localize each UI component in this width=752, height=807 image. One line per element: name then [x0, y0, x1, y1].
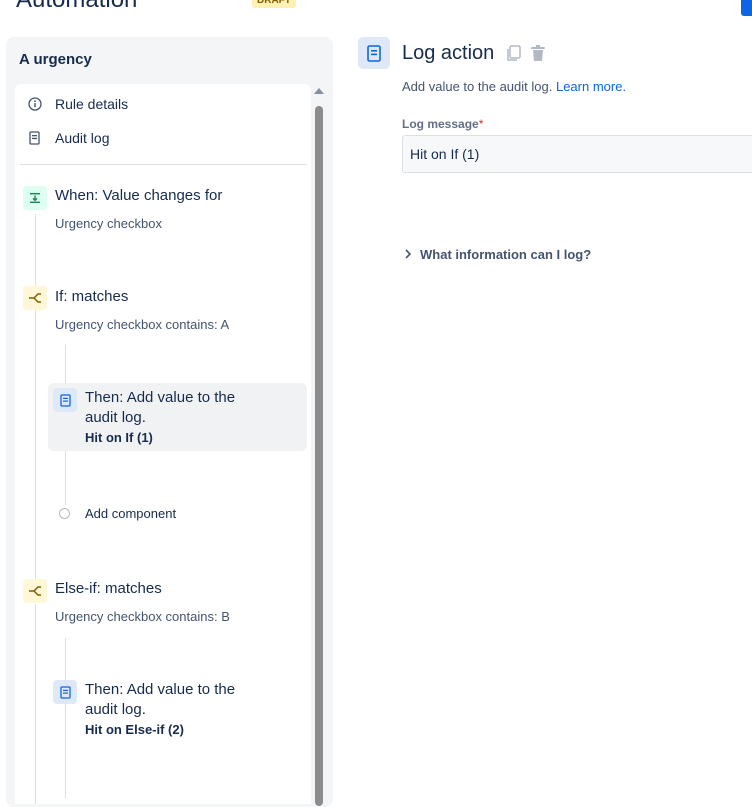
action-detail: Hit on If (1): [85, 430, 153, 445]
rule-details-link[interactable]: Rule details: [27, 96, 128, 112]
audit-log-link[interactable]: Audit log: [27, 130, 109, 146]
action-title-line2: audit log.: [85, 409, 146, 426]
document-icon: [53, 388, 77, 412]
branch-icon: [23, 579, 47, 603]
document-icon: [27, 130, 43, 146]
connector-line: [35, 604, 36, 804]
action-title-line1: Then: Add value to the: [85, 681, 236, 698]
connector-line: [35, 214, 36, 286]
copy-icon[interactable]: [506, 45, 522, 67]
add-dot-icon: [59, 508, 70, 519]
status-badge: DRAFT: [252, 0, 296, 8]
log-message-label-text: Log message: [402, 117, 479, 131]
log-action-icon: [358, 37, 390, 69]
rule-details-label: Rule details: [55, 96, 129, 112]
document-icon: [53, 680, 77, 704]
if-condition-subtitle: Urgency checkbox contains: A: [55, 317, 230, 332]
info-icon: [27, 96, 43, 112]
detail-description: Add value to the audit log. Learn more.: [402, 79, 626, 94]
else-if-condition-title: Else-if: matches: [55, 580, 162, 597]
trigger-title: When: Value changes for: [55, 187, 223, 204]
rule-name: A urgency: [19, 51, 92, 68]
log-message-input[interactable]: [402, 135, 752, 173]
detail-title: Log action: [402, 42, 495, 64]
chevron-right-icon: [404, 247, 412, 262]
trigger-subtitle: Urgency checkbox: [55, 216, 162, 231]
add-component-label: Add component: [85, 506, 177, 521]
action-detail: Hit on Else-if (2): [85, 722, 184, 737]
connector-line: [35, 310, 36, 580]
log-message-label: Log message*: [402, 117, 483, 131]
branch-icon: [23, 286, 47, 310]
learn-more-link[interactable]: Learn more.: [556, 79, 626, 94]
publish-button[interactable]: [741, 0, 752, 16]
trigger-icon: [23, 186, 47, 210]
log-info-toggle[interactable]: What information can I log?: [404, 247, 591, 262]
scroll-up-arrow[interactable]: [314, 88, 324, 94]
else-if-condition-subtitle: Urgency checkbox contains: B: [55, 609, 230, 624]
description-text: Add value to the audit log.: [402, 79, 553, 94]
divider: [20, 164, 307, 165]
audit-log-label: Audit log: [55, 130, 110, 146]
page-title: Automation: [16, 0, 137, 14]
log-info-toggle-label: What information can I log?: [420, 247, 592, 262]
if-condition-title: If: matches: [55, 288, 129, 305]
action-title-line2: audit log.: [85, 701, 146, 718]
connector-line: [65, 638, 66, 798]
required-indicator: *: [478, 117, 484, 131]
trash-icon[interactable]: [530, 45, 546, 67]
scroll-thumb[interactable]: [315, 106, 323, 806]
action-title-line1: Then: Add value to the: [85, 389, 236, 406]
